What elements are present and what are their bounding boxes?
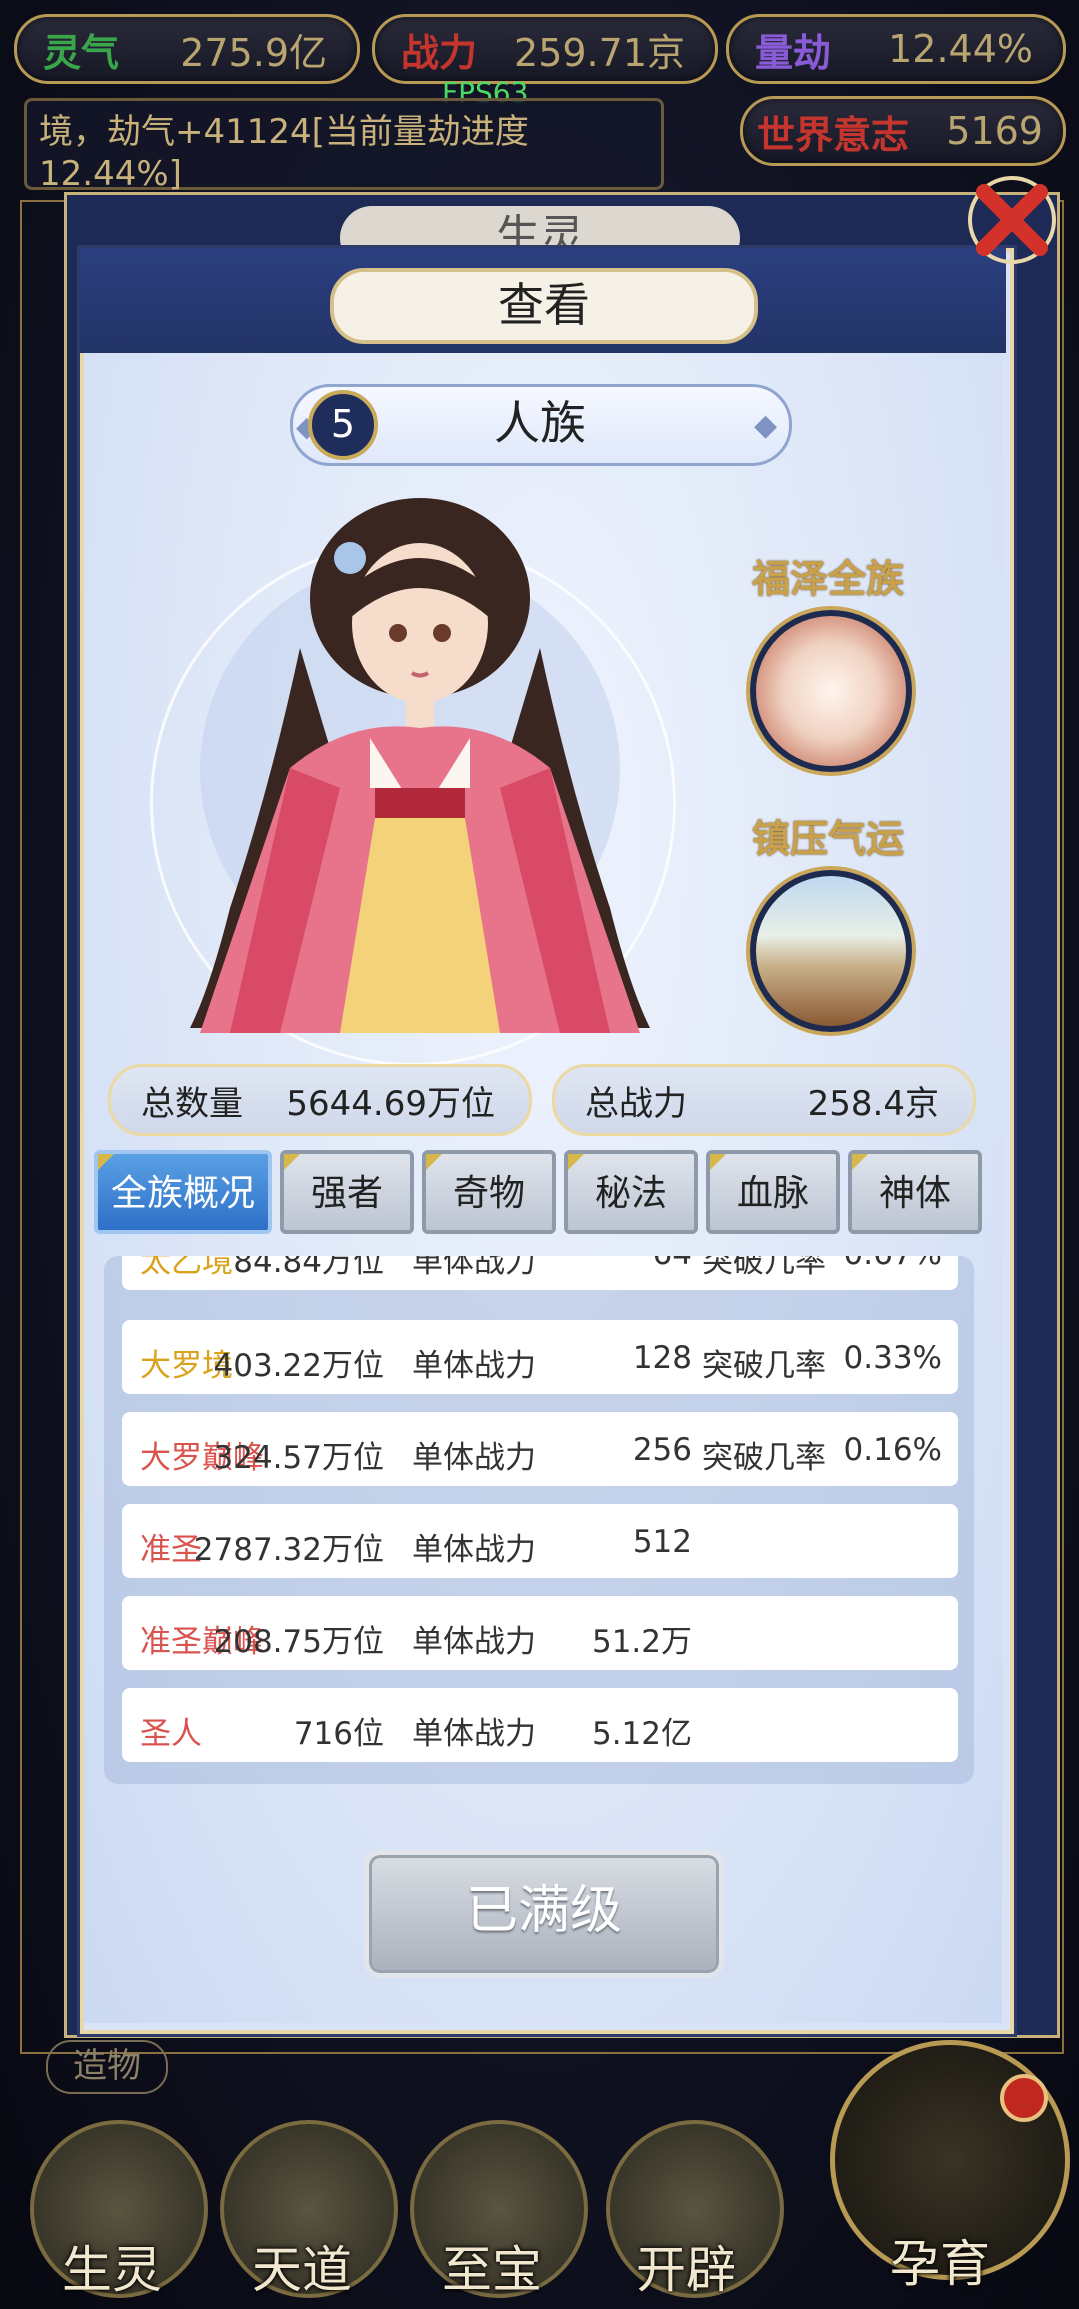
total-count-value: 5644.69万位 <box>286 1083 495 1124</box>
power-value: 512 <box>632 1524 692 1560</box>
liangjie-display: 量劫 12.44% <box>726 14 1066 84</box>
tab-overview[interactable]: 全族概况 <box>94 1150 272 1234</box>
power-value: 5.12亿 <box>591 1716 692 1752</box>
total-count: 总数量 5644.69万位 <box>108 1064 532 1136</box>
palace-icon[interactable] <box>750 870 912 1032</box>
liangjie-value: 12.44% <box>888 27 1033 71</box>
zhanli-label: 战力 <box>401 30 478 75</box>
list-item: 大罗境 403.22万位 单体战力 128 突破几率 0.33% <box>122 1320 958 1394</box>
race-name: 人族 <box>494 396 586 450</box>
realm-count: 84.84万位 <box>233 1256 384 1280</box>
tab-secret-art[interactable]: 秘法 <box>564 1150 698 1234</box>
event-notice: 境，劫气+41124[当前量劫进度12.44%] <box>24 98 664 194</box>
zhanli-value: 259.71京 <box>514 30 685 75</box>
tab-overview-label: 全族概况 <box>110 1173 255 1214</box>
realm-count: 208.75万位 <box>213 1624 384 1660</box>
realm-count: 2787.32万位 <box>193 1532 384 1568</box>
realm-count: 324.57万位 <box>213 1440 384 1476</box>
total-power-value: 258.4京 <box>807 1083 939 1124</box>
list-item: 大罗巅峰 324.57万位 单体战力 256 突破几率 0.16% <box>122 1412 958 1486</box>
power-value: 64 <box>512 1256 692 1272</box>
max-level-button[interactable]: 已满级 <box>364 1850 724 1978</box>
rate-label: 突破几率 <box>702 1348 826 1384</box>
dialog-title: 查看 <box>330 268 758 344</box>
rate-value: 0.67% <box>822 1256 942 1272</box>
race-level-badge: 5 <box>308 390 378 460</box>
notification-dot-icon <box>1000 2074 1048 2122</box>
next-race-arrow-icon[interactable]: ◆ <box>754 408 777 443</box>
buff-label-1: 福泽全族 <box>752 557 905 601</box>
tab-treasure-label: 奇物 <box>452 1173 525 1214</box>
nav-yunyu[interactable]: 孕育 <box>850 2224 1030 2296</box>
rate-label: 突破几率 <box>702 1256 826 1280</box>
tab-treasure[interactable]: 奇物 <box>422 1150 556 1234</box>
tab-bloodline[interactable]: 血脉 <box>706 1150 840 1234</box>
total-power-label: 总战力 <box>585 1083 687 1124</box>
world-will-value: 5169 <box>946 109 1043 153</box>
blessing-icon[interactable] <box>750 610 912 772</box>
realm-count: 403.22万位 <box>213 1348 384 1384</box>
total-power: 总战力 258.4京 <box>552 1064 976 1136</box>
lingqi-value: 275.9亿 <box>180 30 327 75</box>
power-value: 128 <box>632 1340 692 1376</box>
character-illustration <box>190 498 650 1033</box>
nav-tiandao[interactable]: 天道 <box>212 2230 392 2302</box>
nav-kaipi[interactable]: 开辟 <box>596 2230 776 2302</box>
tab-secret-art-label: 秘法 <box>594 1173 667 1214</box>
tab-divine-body[interactable]: 神体 <box>848 1150 982 1234</box>
buff-label-2: 镇压气运 <box>752 817 905 861</box>
liangjie-label: 量劫 <box>755 30 832 75</box>
close-icon[interactable] <box>962 170 1062 270</box>
lingqi-label: 灵气 <box>43 30 120 75</box>
power-value: 51.2万 <box>591 1624 692 1660</box>
tab-strong-label: 强者 <box>310 1173 383 1214</box>
creation-button[interactable]: 造物 <box>46 2040 168 2094</box>
list-item: 太乙境 84.84万位 单体战力 64 突破几率 0.67% <box>122 1256 958 1290</box>
rate-value: 0.16% <box>843 1432 942 1468</box>
power-value: 256 <box>632 1432 692 1468</box>
realm-count: 716位 <box>293 1716 384 1752</box>
world-will-label: 世界意志 <box>757 112 910 157</box>
zhanli-display: 战力 259.71京 <box>372 14 718 84</box>
tab-strong[interactable]: 强者 <box>280 1150 414 1234</box>
rate-value: 0.33% <box>843 1340 942 1376</box>
tab-divine-body-label: 神体 <box>878 1173 951 1214</box>
tab-bloodline-label: 血脉 <box>736 1173 809 1214</box>
rate-label: 突破几率 <box>702 1440 826 1476</box>
list-item: 准圣巅峰 208.75万位 单体战力 51.2万 <box>122 1596 958 1670</box>
world-will-display: 世界意志 5169 <box>740 96 1066 166</box>
lingqi-display: 灵气 275.9亿 <box>14 14 360 84</box>
total-count-label: 总数量 <box>141 1083 243 1124</box>
realm-list[interactable]: 太乙境 84.84万位 单体战力 64 突破几率 0.67% 大罗境 403.2… <box>104 1256 974 1784</box>
list-item: 准圣 2787.32万位 单体战力 512 <box>122 1504 958 1578</box>
nav-zhibao[interactable]: 至宝 <box>402 2230 582 2302</box>
nav-shengling[interactable]: 生灵 <box>22 2230 202 2302</box>
list-item: 圣人 716位 单体战力 5.12亿 <box>122 1688 958 1762</box>
